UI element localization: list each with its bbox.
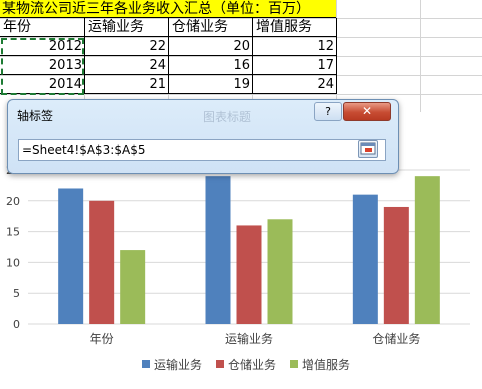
sheet-title-cell[interactable]: 某物流公司近三年各业务收入汇总（单位：百万） (0, 0, 336, 18)
bar (267, 219, 293, 324)
y-tick-label: 15 (6, 226, 20, 239)
legend-swatch (142, 360, 150, 368)
y-tick-label: 0 (13, 318, 20, 331)
data-cell[interactable]: 12 (253, 37, 337, 56)
close-button[interactable]: ✕ (343, 102, 391, 121)
legend-label: 仓储业务 (228, 357, 276, 372)
year-cell[interactable]: 2014 (0, 75, 85, 94)
x-tick-label: 年份 (90, 332, 114, 346)
gridline (420, 0, 421, 112)
data-cell[interactable]: 19 (169, 75, 253, 94)
year-cell[interactable]: 2013 (0, 56, 85, 75)
y-tick-label: 10 (6, 256, 20, 269)
legend-label: 增值服务 (302, 357, 350, 372)
data-cell[interactable]: 24 (253, 75, 337, 94)
gridline (0, 94, 482, 95)
dialog-title: 轴标签 (17, 109, 54, 123)
bar (89, 200, 115, 324)
bar (120, 250, 146, 324)
data-cell[interactable]: 22 (85, 37, 169, 56)
bar (414, 176, 440, 324)
y-tick-label: 20 (6, 195, 20, 208)
bar (383, 206, 409, 324)
legend-swatch (290, 360, 298, 368)
bar (352, 194, 378, 324)
header-cell-storage[interactable]: 仓储业务 (169, 18, 253, 37)
spreadsheet: 某物流公司近三年各业务收入汇总（单位：百万） 年份 运输业务 仓储业务 增值服务… (0, 0, 482, 112)
legend-swatch (216, 360, 224, 368)
data-cell[interactable]: 16 (169, 56, 253, 75)
header-cell-transport[interactable]: 运输业务 (85, 18, 169, 37)
data-cell[interactable]: 21 (85, 75, 169, 94)
data-cell[interactable]: 17 (253, 56, 337, 75)
year-cell[interactable]: 2012 (0, 37, 85, 56)
collapse-dialog-icon (360, 142, 376, 155)
legend-label: 运输业务 (154, 357, 202, 372)
header-cell-value-added[interactable]: 增值服务 (253, 18, 337, 37)
data-cell[interactable]: 20 (169, 37, 253, 56)
collapse-dialog-button[interactable] (358, 140, 378, 158)
data-cell[interactable]: 24 (85, 56, 169, 75)
header-cell-year[interactable]: 年份 (0, 18, 85, 37)
bar (236, 225, 262, 324)
x-tick-label: 仓储业务 (372, 331, 420, 346)
axis-labels-dialog[interactable]: 图表标题 轴标签 ? ✕ =Sheet4!$A$3:$A$5 (7, 99, 399, 174)
bar (205, 176, 231, 324)
chart-title-behind-dialog: 图表标题 (203, 110, 252, 124)
bar (58, 188, 84, 324)
axis-label-range-input[interactable]: =Sheet4!$A$3:$A$5 (18, 139, 386, 161)
y-tick-label: 5 (13, 287, 20, 300)
help-button[interactable]: ? (314, 102, 342, 121)
x-tick-label: 运输业务 (225, 331, 273, 346)
